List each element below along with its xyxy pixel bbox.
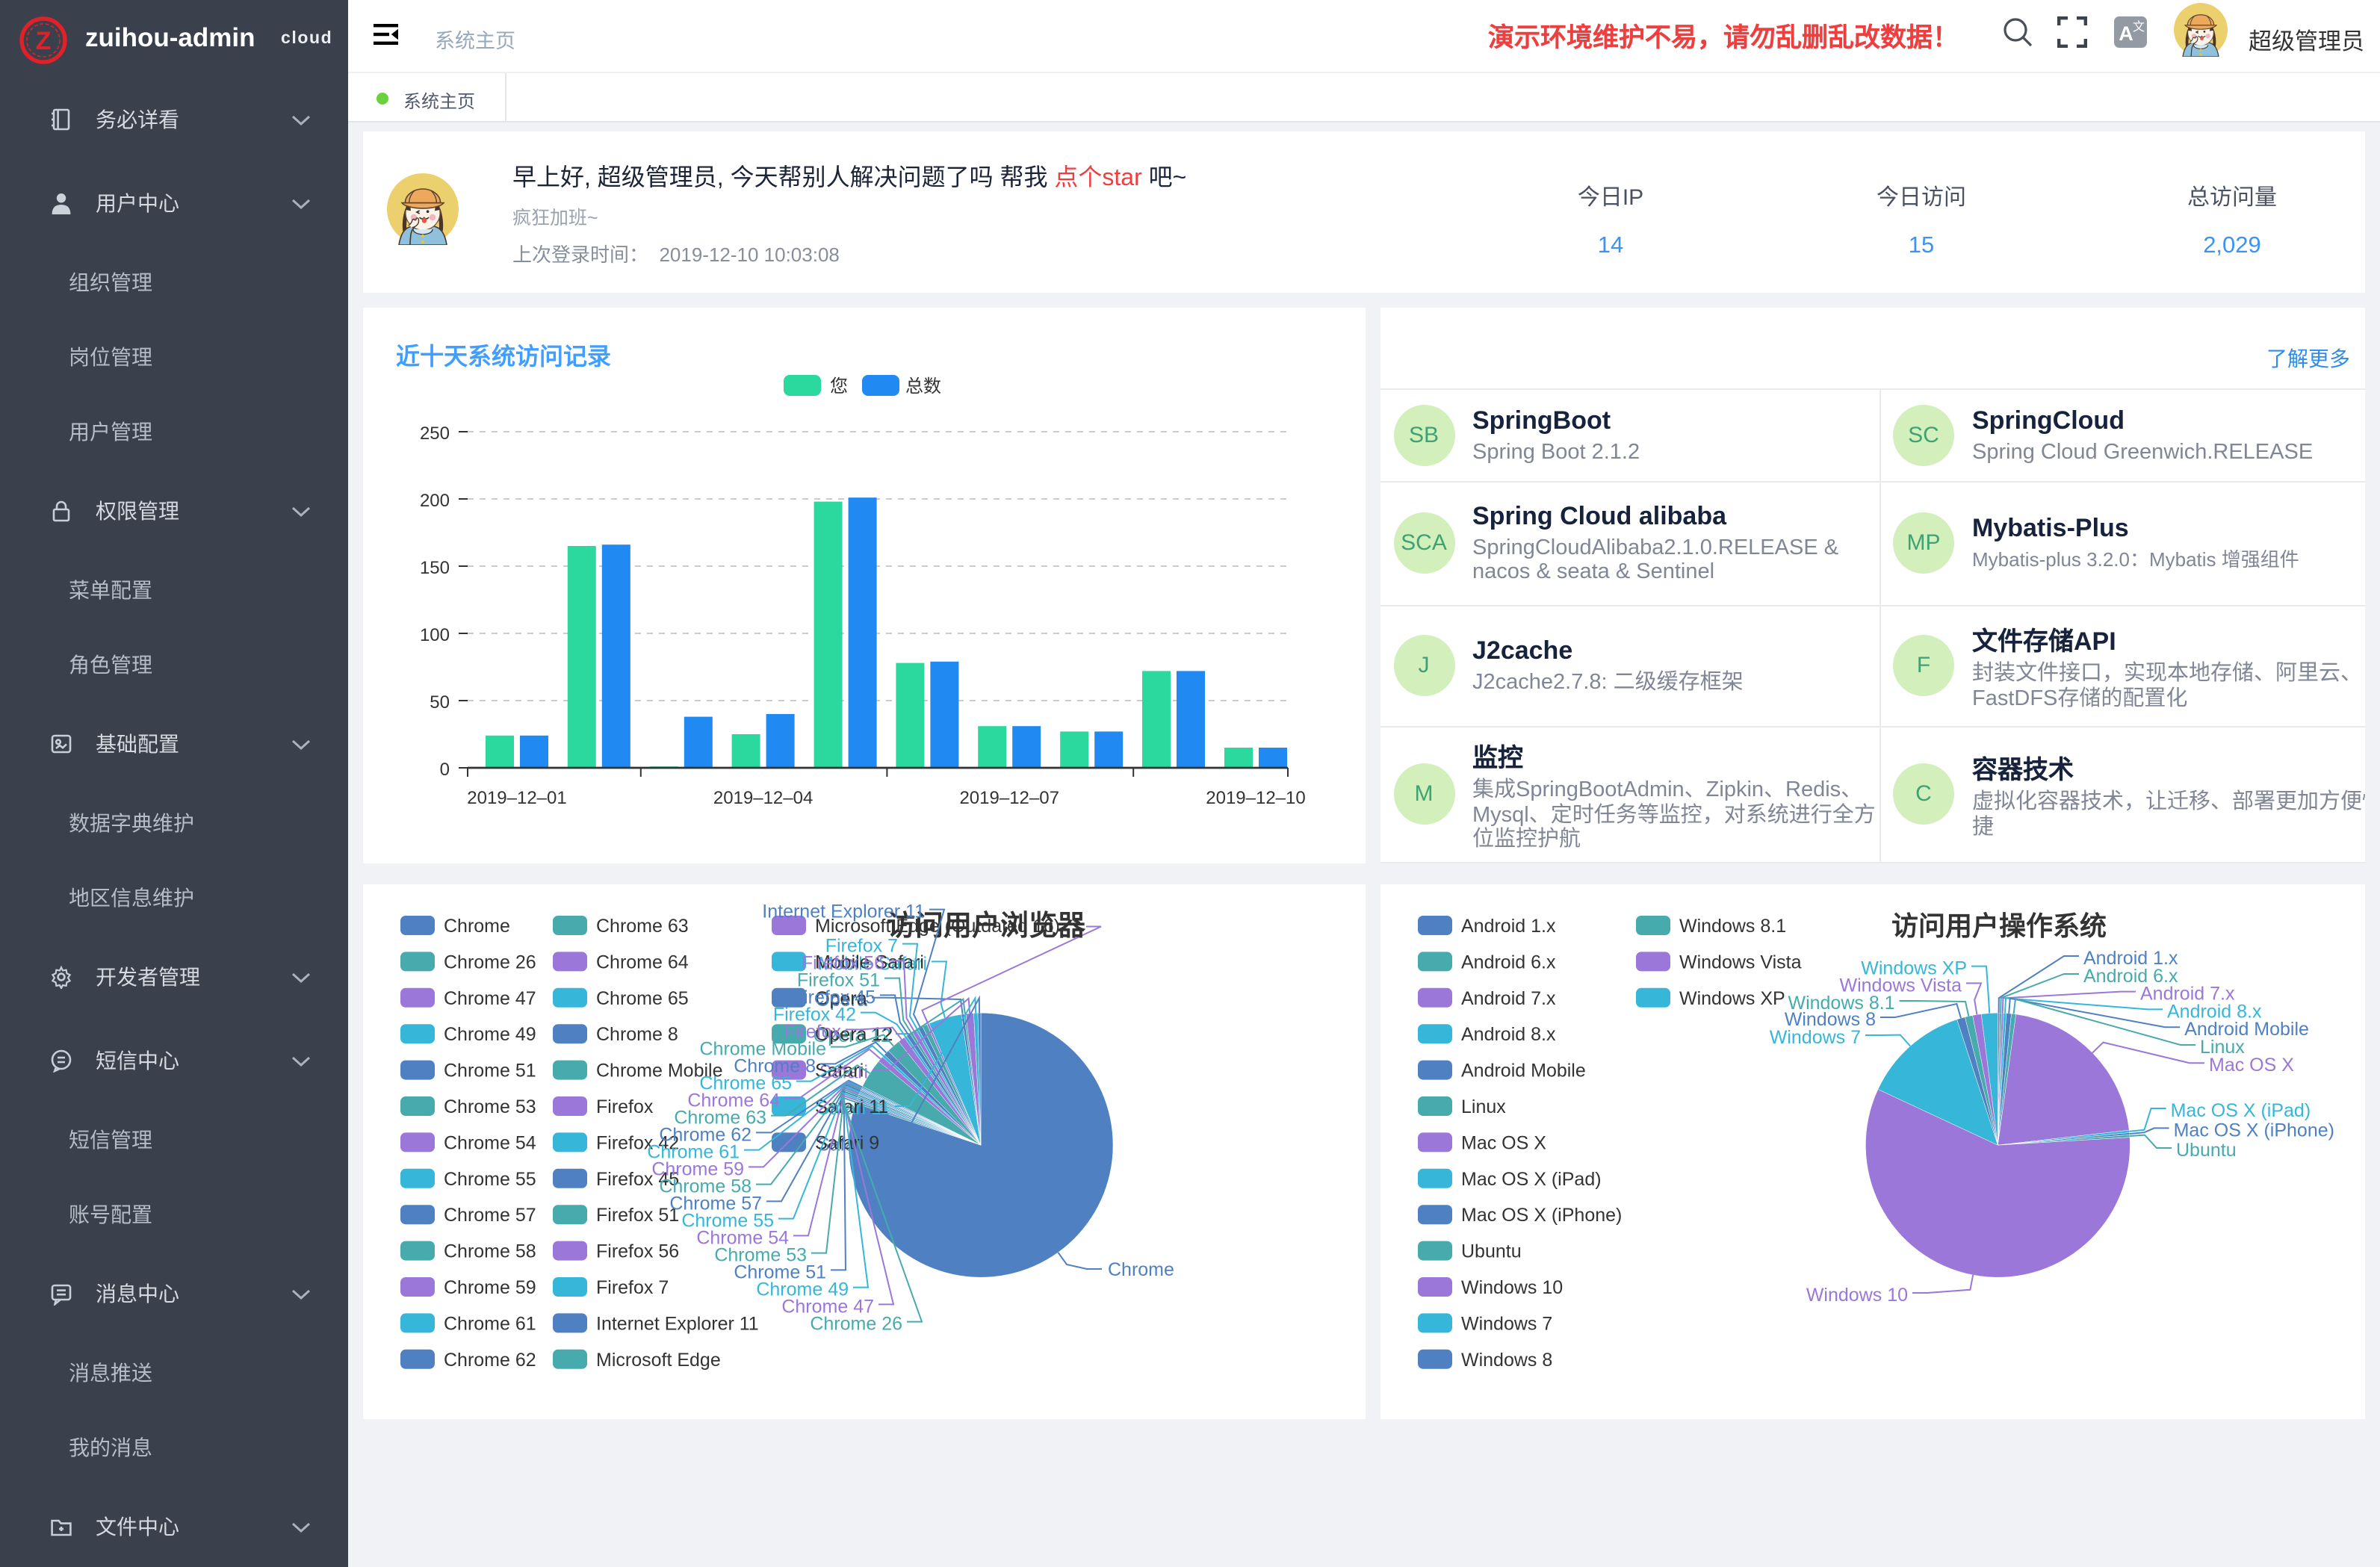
svg-text:Chrome 59: Chrome 59 [444,1277,536,1298]
svg-text:Windows 10: Windows 10 [1806,1285,1907,1306]
svg-text:Safari 9: Safari 9 [815,1132,879,1153]
svg-text:Windows 8.1: Windows 8.1 [1679,916,1785,937]
svg-text:Chrome 47: Chrome 47 [444,988,536,1009]
svg-text:Chrome 57: Chrome 57 [444,1205,536,1226]
svg-text:Chrome: Chrome [444,916,510,937]
svg-text:50: 50 [430,692,450,713]
svg-text:Android 6.x: Android 6.x [1460,952,1555,972]
svg-text:A: A [2119,22,2133,45]
svg-text:访问用户操作系统: 访问用户操作系统 [1891,910,2106,941]
svg-text:0: 0 [440,760,450,780]
svg-text:Chrome 26: Chrome 26 [810,1313,902,1334]
svg-text:Chrome 58: Chrome 58 [444,1241,536,1262]
svg-text:2019–12–04: 2019–12–04 [713,788,813,808]
svg-text:总数: 总数 [905,376,941,397]
svg-text:Android 8.x: Android 8.x [1460,1024,1555,1045]
svg-text:Internet Explorer 11: Internet Explorer 11 [596,1313,759,1334]
svg-text:Chrome 54: Chrome 54 [444,1132,536,1153]
svg-text:Chrome 64: Chrome 64 [596,952,689,972]
svg-text:150: 150 [420,558,450,578]
svg-text:近十天系统访问记录: 近十天系统访问记录 [396,343,611,370]
svg-text:Ubuntu: Ubuntu [2175,1140,2236,1161]
svg-text:Android 7.x: Android 7.x [1460,988,1555,1009]
svg-text:Chrome 49: Chrome 49 [444,1024,536,1045]
svg-text:Chrome 8: Chrome 8 [596,1024,678,1045]
svg-text:Firefox 56: Firefox 56 [596,1241,679,1262]
svg-text:Chrome 65: Chrome 65 [596,988,689,1009]
svg-text:Mac OS X (iPhone): Mac OS X (iPhone) [2173,1120,2334,1141]
svg-text:Windows XP: Windows XP [1679,988,1785,1009]
svg-text:Chrome 55: Chrome 55 [444,1169,536,1190]
svg-text:Firefox: Firefox [596,1096,654,1117]
svg-text:Chrome 63: Chrome 63 [596,916,689,937]
svg-text:Chrome 62: Chrome 62 [444,1350,536,1371]
svg-text:2019–12–07: 2019–12–07 [959,788,1059,808]
svg-text:Windows 10: Windows 10 [1460,1277,1562,1298]
svg-text:Mac OS X (iPhone): Mac OS X (iPhone) [1460,1205,1621,1226]
svg-text:Windows 8: Windows 8 [1460,1350,1552,1371]
svg-text:Microsoft Edge: Microsoft Edge [596,1350,721,1371]
svg-text:Android Mobile: Android Mobile [1460,1061,1585,1082]
svg-text:文: 文 [2133,20,2145,34]
svg-text:Chrome: Chrome [1108,1259,1174,1280]
svg-text:Windows 7: Windows 7 [1460,1313,1552,1334]
svg-text:Chrome 51: Chrome 51 [444,1061,536,1082]
svg-text:Linux: Linux [1460,1096,1505,1117]
svg-text:2019–12–01: 2019–12–01 [467,788,566,808]
svg-text:100: 100 [420,625,450,645]
svg-text:2019–12–10: 2019–12–10 [1206,788,1305,808]
svg-text:Ubuntu: Ubuntu [1460,1241,1521,1262]
svg-text:Mac OS X: Mac OS X [1460,1132,1546,1153]
svg-text:Mac OS X (iPad): Mac OS X (iPad) [1460,1169,1601,1190]
svg-text:250: 250 [420,423,450,444]
svg-text:Chrome 26: Chrome 26 [444,952,536,972]
svg-text:Chrome 53: Chrome 53 [444,1096,536,1117]
svg-text:Android 1.x: Android 1.x [1460,916,1555,937]
svg-text:Windows Vista: Windows Vista [1679,952,1801,972]
svg-text:Internet Explorer 11: Internet Explorer 11 [762,901,925,922]
svg-text:Firefox 51: Firefox 51 [596,1205,679,1226]
svg-text:200: 200 [420,491,450,511]
svg-text:Firefox 7: Firefox 7 [596,1277,669,1298]
svg-text:Safari 11: Safari 11 [815,1096,888,1117]
svg-text:Chrome 61: Chrome 61 [444,1313,536,1334]
svg-text:Mac OS X (iPad): Mac OS X (iPad) [2170,1100,2311,1121]
svg-text:Windows 7: Windows 7 [1769,1027,1860,1048]
svg-text:您: 您 [830,376,848,397]
svg-text:Mac OS X: Mac OS X [2208,1055,2293,1076]
